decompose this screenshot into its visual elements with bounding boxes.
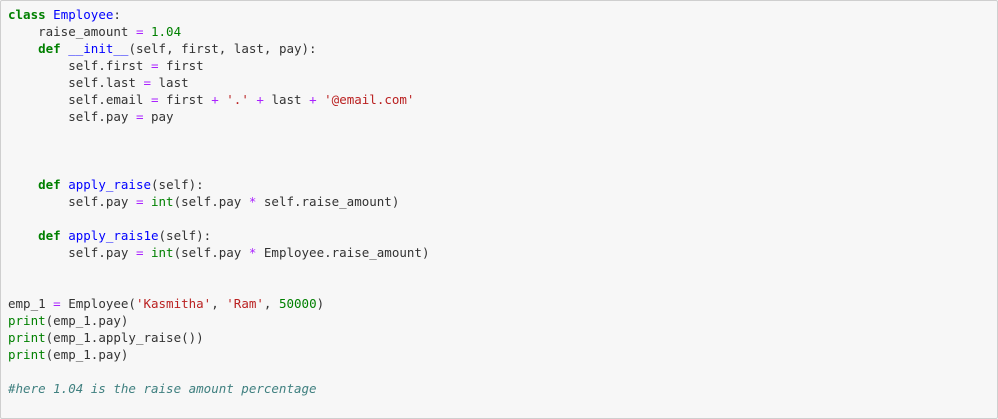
code-line: raise_amount = 1.04	[8, 24, 182, 39]
code-line: def apply_raise(self):	[38, 177, 204, 192]
code-line: self.pay = int(self.pay * Employee.raise…	[8, 245, 430, 260]
code-editor[interactable]: class Employee: raise_amount = 1.04 def …	[8, 6, 429, 397]
code-line: print(emp_1.pay)	[8, 313, 129, 328]
code-line: class Employee:	[8, 7, 121, 22]
code-line: self.first = first	[8, 58, 204, 73]
code-line: self.email = first + '.' + last + '@emai…	[8, 92, 415, 107]
code-line: #here 1.04 is the raise amount percentag…	[8, 381, 317, 396]
code-line: print(emp_1.apply_raise())	[8, 330, 204, 345]
code-line: self.pay = int(self.pay * self.raise_amo…	[8, 194, 400, 209]
code-line: emp_1 = Employee('Kasmitha', 'Ram', 5000…	[8, 296, 325, 311]
code-line: def __init__(self, first, last, pay):	[38, 41, 317, 56]
code-line: self.pay = pay	[8, 109, 174, 124]
code-line: def apply_rais1e(self):	[38, 228, 212, 243]
code-line: print(emp_1.pay)	[8, 347, 129, 362]
code-cell[interactable]: class Employee: raise_amount = 1.04 def …	[0, 0, 998, 419]
code-line: self.last = last	[8, 75, 189, 90]
